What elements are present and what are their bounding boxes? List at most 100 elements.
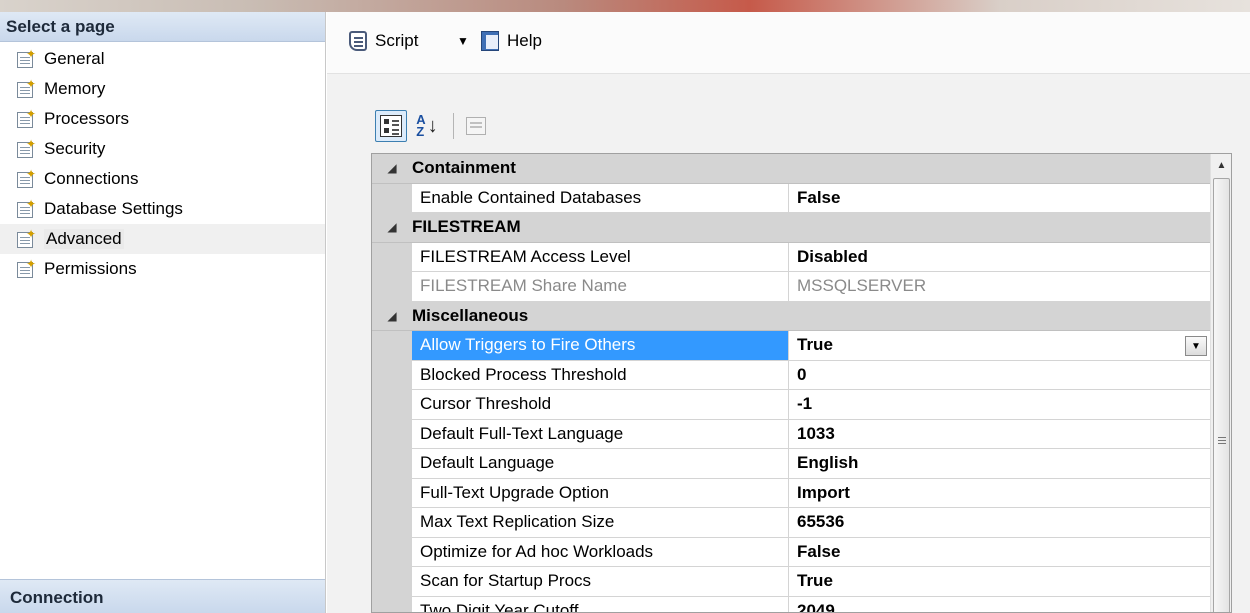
property-name[interactable]: Enable Contained Databases — [412, 183, 789, 212]
page-item-label: Connections — [44, 169, 139, 188]
property-value: True — [797, 335, 833, 355]
category-label: FILESTREAM — [412, 217, 521, 237]
chevron-down-icon: ▼ — [1191, 340, 1201, 352]
property-value[interactable]: True — [789, 567, 1211, 596]
property-row[interactable]: Cursor Threshold -1 — [372, 390, 1211, 420]
page-item-permissions[interactable]: ✦ Permissions — [0, 254, 325, 284]
page-properties-icon: ✦ — [16, 108, 38, 129]
collapse-icon[interactable]: ◢ — [372, 220, 412, 234]
scrollbar-thumb[interactable] — [1213, 178, 1230, 612]
property-name[interactable]: Scan for Startup Procs — [412, 567, 789, 596]
property-name[interactable]: Default Full-Text Language — [412, 419, 789, 448]
property-value[interactable]: 65536 — [789, 508, 1211, 537]
page-properties-icon: ✦ — [16, 198, 38, 219]
property-value[interactable]: False — [789, 538, 1211, 567]
property-name[interactable]: Blocked Process Threshold — [412, 360, 789, 389]
page-properties-icon: ✦ — [16, 48, 38, 69]
property-row[interactable]: Two Digit Year Cutoff 2049 — [372, 596, 1211, 612]
collapse-icon[interactable]: ◢ — [372, 161, 412, 175]
page-item-database-settings[interactable]: ✦ Database Settings — [0, 194, 325, 224]
property-grid-toolbar: AZ ↓ — [375, 107, 496, 145]
property-pages-button[interactable] — [460, 110, 492, 142]
property-grid: ◢ Containment Enable Contained Databases… — [371, 153, 1232, 613]
value-dropdown-button[interactable]: ▼ — [1185, 336, 1207, 356]
category-row-miscellaneous[interactable]: ◢ Miscellaneous — [372, 301, 1211, 331]
property-row[interactable]: Default Language English — [372, 449, 1211, 479]
property-name[interactable]: Cursor Threshold — [412, 390, 789, 419]
property-value[interactable]: False — [789, 184, 1211, 213]
property-row[interactable]: FILESTREAM Share Name MSSQLSERVER — [372, 272, 1211, 302]
property-value-editor[interactable]: True ▼ — [789, 331, 1211, 360]
page-properties-icon: ✦ — [16, 138, 38, 159]
script-icon — [347, 29, 371, 53]
script-button[interactable]: Script — [347, 29, 418, 53]
property-value[interactable]: 0 — [789, 361, 1211, 390]
property-name[interactable]: Default Language — [412, 449, 789, 478]
dialog-toolbar: Script ▼ Help — [327, 12, 1250, 74]
page-properties-icon: ✦ — [16, 78, 38, 99]
connection-header: Connection — [0, 579, 325, 613]
properties-pane: Script ▼ Help AZ ↓ ◢ Containment Enable … — [327, 12, 1250, 613]
property-value[interactable]: Disabled — [789, 243, 1211, 272]
property-name[interactable]: Allow Triggers to Fire Others — [412, 331, 789, 360]
property-row[interactable]: Blocked Process Threshold 0 — [372, 360, 1211, 390]
grip-icon — [1218, 437, 1226, 438]
page-properties-icon: ✦ — [16, 168, 38, 189]
vertical-scrollbar[interactable]: ▲ — [1210, 154, 1231, 612]
page-list: ✦ General ✦ Memory ✦ Processors ✦ Security ✦… — [0, 42, 325, 284]
property-row-selected[interactable]: Allow Triggers to Fire Others True ▼ — [372, 331, 1211, 361]
page-properties-icon: ✦ — [16, 228, 38, 249]
page-item-label: Security — [44, 139, 106, 158]
property-name[interactable]: Max Text Replication Size — [412, 508, 789, 537]
property-grid-body: ◢ Containment Enable Contained Databases… — [372, 154, 1211, 612]
help-label: Help — [507, 31, 542, 50]
page-item-label: Permissions — [44, 259, 137, 278]
property-name[interactable]: FILESTREAM Share Name — [412, 272, 789, 301]
property-pages-icon — [466, 117, 486, 135]
page-item-label: Memory — [44, 79, 106, 98]
property-value[interactable]: 2049 — [789, 597, 1211, 612]
property-row[interactable]: Max Text Replication Size 65536 — [372, 508, 1211, 538]
page-item-memory[interactable]: ✦ Memory — [0, 74, 325, 104]
property-value[interactable]: -1 — [789, 390, 1211, 419]
help-button[interactable]: Help — [479, 29, 542, 53]
page-item-processors[interactable]: ✦ Processors — [0, 104, 325, 134]
scroll-up-icon[interactable]: ▲ — [1211, 154, 1231, 176]
property-value[interactable]: MSSQLSERVER — [789, 272, 1211, 301]
categorized-view-button[interactable] — [375, 110, 407, 142]
category-label: Containment — [412, 158, 516, 178]
page-item-label: Advanced — [44, 229, 124, 249]
property-row[interactable]: Enable Contained Databases False — [372, 183, 1211, 213]
page-item-security[interactable]: ✦ Security — [0, 134, 325, 164]
property-row[interactable]: Scan for Startup Procs True — [372, 567, 1211, 597]
page-item-advanced[interactable]: ✦ Advanced — [0, 224, 325, 254]
category-label: Miscellaneous — [412, 305, 529, 325]
property-row[interactable]: Optimize for Ad hoc Workloads False — [372, 537, 1211, 567]
property-row[interactable]: Full-Text Upgrade Option Import — [372, 478, 1211, 508]
property-row[interactable]: FILESTREAM Access Level Disabled — [372, 242, 1211, 272]
category-row-filestream[interactable]: ◢ FILESTREAM — [372, 213, 1211, 243]
page-item-label: General — [44, 49, 105, 68]
page-item-general[interactable]: ✦ General — [0, 44, 325, 74]
toolbar-separator — [453, 113, 454, 139]
property-name[interactable]: Full-Text Upgrade Option — [412, 478, 789, 507]
property-name[interactable]: FILESTREAM Access Level — [412, 242, 789, 271]
page-item-label: Processors — [44, 109, 130, 128]
window-top-strip — [0, 0, 1250, 12]
page-item-connections[interactable]: ✦ Connections — [0, 164, 325, 194]
script-label: Script — [375, 31, 419, 50]
collapse-icon[interactable]: ◢ — [372, 309, 412, 323]
page-item-label: Database Settings — [44, 199, 183, 218]
property-value[interactable]: English — [789, 449, 1211, 478]
property-name[interactable]: Two Digit Year Cutoff — [412, 596, 789, 612]
property-name[interactable]: Optimize for Ad hoc Workloads — [412, 537, 789, 566]
category-row-containment[interactable]: ◢ Containment — [372, 154, 1211, 184]
property-value[interactable]: 1033 — [789, 420, 1211, 449]
categorized-view-icon — [380, 115, 402, 137]
dropdown-arrow-icon[interactable]: ▼ — [457, 34, 469, 48]
page-properties-icon: ✦ — [16, 258, 38, 279]
property-value[interactable]: Import — [789, 479, 1211, 508]
select-page-header: Select a page — [0, 12, 325, 42]
alphabetical-sort-button[interactable]: AZ ↓ — [411, 110, 443, 142]
property-row[interactable]: Default Full-Text Language 1033 — [372, 419, 1211, 449]
